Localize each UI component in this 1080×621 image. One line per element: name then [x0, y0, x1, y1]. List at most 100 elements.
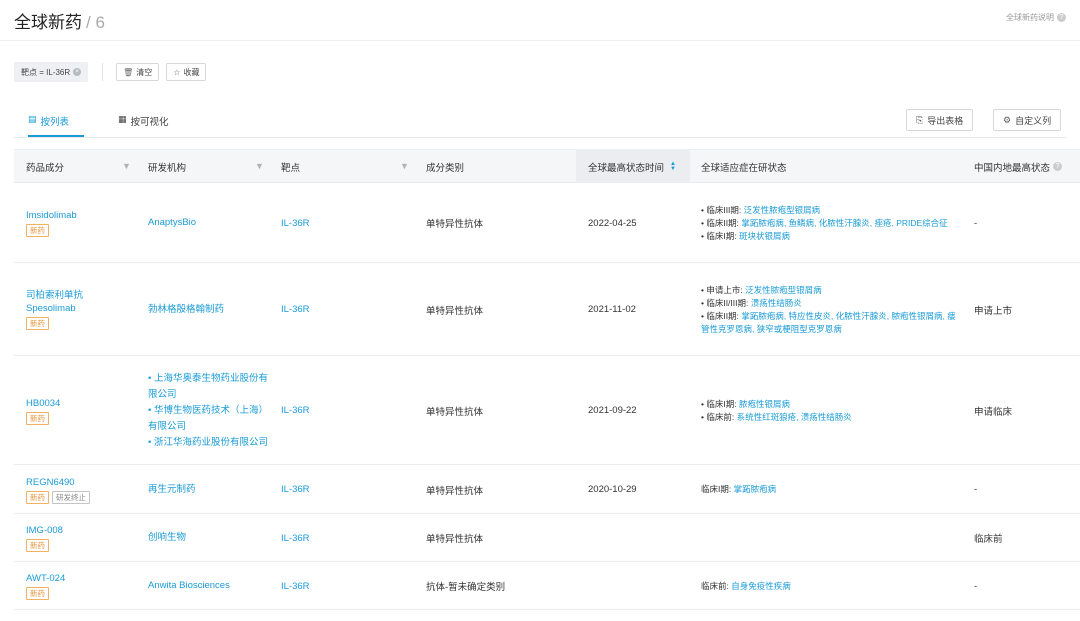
- filter-icon[interactable]: ▼: [400, 162, 409, 171]
- trash-icon: 🗑: [123, 67, 134, 77]
- china-status-text: -: [974, 484, 978, 495]
- target-link[interactable]: IL-36R: [281, 263, 310, 356]
- indication-link[interactable]: 泛发性脓疱型银屑病: [745, 285, 822, 295]
- indication-link[interactable]: 斑块状银屑病: [739, 231, 790, 241]
- close-icon[interactable]: ×: [73, 68, 82, 76]
- custom-columns-label: 自定义列: [1015, 115, 1052, 126]
- china-status-text: 申请上市: [974, 305, 1013, 317]
- indication-link[interactable]: 掌跖脓疱病, 特应性皮炎, 化脓性汗腺炎, 脓疱性银屑病, 瘘管性克罗恩病, 狭…: [701, 311, 956, 334]
- filter-chip-target[interactable]: 靶点 = IL-36R ×: [14, 62, 89, 82]
- indication-link[interactable]: 系统性红斑狼疮, 溃疡性结肠炎: [737, 412, 852, 422]
- col-header-china-status[interactable]: 中国内地最高状态 ?: [974, 150, 1063, 183]
- list-icon: ▤: [28, 114, 37, 124]
- table-row[interactable]: AWT-024 新药 Anwita Biosciences IL-36R 抗体-暂…: [14, 562, 1080, 610]
- indication-link[interactable]: 掌跖脓疱病, 鱼鳞病, 化脓性汗腺炎, 痤疮, PRIDE综合征: [741, 218, 947, 228]
- drug-cell: 司柏索利单抗 Spesolimab 新药: [26, 263, 136, 356]
- favorite-label: 收藏: [183, 67, 200, 77]
- org-link[interactable]: AnaptysBio: [148, 215, 196, 231]
- drug-name-link[interactable]: REGN6490: [26, 476, 75, 489]
- category-text: 单特异性抗体: [426, 219, 484, 230]
- target-link[interactable]: IL-36R: [281, 562, 310, 610]
- drug-name-link[interactable]: IMG-008: [26, 524, 63, 537]
- org-cell: 再生元制药: [148, 465, 268, 514]
- col-header-category[interactable]: 成分类别: [426, 150, 464, 183]
- org-link[interactable]: • 华博生物医药技术（上海）有限公司: [148, 403, 268, 435]
- indication-line: • 临床I期: 斑块状银屑病: [701, 230, 790, 243]
- org-link[interactable]: • 浙江华海药业股份有限公司: [148, 435, 268, 451]
- target-link[interactable]: IL-36R: [281, 514, 310, 562]
- indication-line: • 临床II/III期: 溃疡性结肠炎: [701, 297, 802, 310]
- favorite-button[interactable]: ☆ 收藏: [166, 63, 207, 81]
- category-text: 单特异性抗体: [426, 305, 484, 317]
- table-row[interactable]: REGN6490 新药 研发终止 再生元制药 IL-36R 单特异性抗体 2020-…: [14, 465, 1080, 514]
- indication-link[interactable]: 溃疡性结肠炎: [751, 298, 802, 308]
- filter-divider: [102, 63, 104, 81]
- china-status-text: -: [974, 217, 978, 229]
- help-link[interactable]: 全球新药说明 ?: [1006, 12, 1066, 23]
- org-link[interactable]: 创响生物: [148, 530, 186, 546]
- indications-cell: [701, 514, 959, 562]
- tab-visual-label: 按可视化: [130, 117, 169, 128]
- drug-cell: HB0034 新药: [26, 356, 136, 465]
- tab-list[interactable]: ▤ 按列表: [28, 106, 84, 137]
- drug-table: 药品成分 ▼ 研发机构 ▼ 靶点 ▼ 成分类别 全球最高状态时间 ▲ ▼ 全球适应…: [14, 149, 1080, 610]
- col-header-global-date[interactable]: 全球最高状态时间 ▲ ▼: [576, 150, 690, 183]
- table-row[interactable]: IMG-008 新药 创响生物 IL-36R 单特异性抗体 临床前: [14, 514, 1080, 562]
- indication-link[interactable]: 自身免疫性疾病: [731, 581, 791, 591]
- indications-cell: • 临床I期: 脓疱性银屑病 • 临床前: 系统性红斑狼疮, 溃疡性结肠炎: [701, 356, 959, 465]
- drug-cell: Imsidolimab 新药: [26, 183, 136, 263]
- drug-tags: 新药: [26, 317, 49, 330]
- page-header: 全球新药 / 6: [14, 8, 105, 33]
- category-text: 单特异性抗体: [426, 534, 484, 545]
- drug-name-link[interactable]: 司柏索利单抗: [26, 289, 83, 302]
- global-date-text: 2020-10-29: [588, 484, 637, 495]
- org-cell: AnaptysBio: [148, 183, 268, 263]
- indication-link[interactable]: 泛发性脓疱型银屑病: [744, 205, 821, 215]
- new-drug-badge: 新药: [26, 539, 49, 552]
- col-header-target[interactable]: 靶点: [281, 150, 300, 183]
- category-text: 单特异性抗体: [426, 485, 484, 497]
- filter-icon[interactable]: ▼: [122, 162, 131, 171]
- table-row[interactable]: Imsidolimab 新药 AnaptysBio IL-36R 单特异性抗体 2…: [14, 183, 1080, 263]
- filter-icon[interactable]: ▼: [255, 162, 264, 171]
- sort-icon[interactable]: ▲ ▼: [670, 161, 676, 172]
- drug-name-link[interactable]: HB0034: [26, 397, 60, 410]
- page-title: 全球新药: [14, 13, 82, 32]
- target-link[interactable]: IL-36R: [281, 183, 310, 263]
- indication-link[interactable]: 脓疱性银屑病: [739, 399, 790, 409]
- target-link[interactable]: IL-36R: [281, 356, 310, 465]
- phase-label: • 临床II/III期:: [701, 297, 749, 308]
- col-header-indications[interactable]: 全球适应症在研状态: [701, 150, 787, 183]
- phase-label: • 临床I期:: [701, 230, 737, 241]
- help-label: 全球新药说明: [1006, 13, 1054, 22]
- indications-cell: • 申请上市: 泛发性脓疱型银屑病 • 临床II/III期: 溃疡性结肠炎 • 临床…: [701, 263, 959, 356]
- export-icon: ⎘: [916, 114, 924, 125]
- org-link[interactable]: 再生元制药: [148, 482, 196, 498]
- indications-cell: 临床I期: 掌跖脓疱病: [701, 465, 959, 514]
- clear-button[interactable]: 🗑 清空: [116, 63, 160, 81]
- org-cell: Anwita Biosciences: [148, 562, 268, 610]
- target-link[interactable]: IL-36R: [281, 465, 310, 514]
- star-icon: ☆: [173, 67, 181, 77]
- indication-link[interactable]: 掌跖脓疱病: [734, 484, 777, 494]
- col-header-org[interactable]: 研发机构: [148, 150, 186, 183]
- org-cell: • 上海华奥泰生物药业股份有限公司 • 华博生物医药技术（上海）有限公司 • 浙江华…: [148, 356, 268, 465]
- export-table-button[interactable]: ⎘ 导出表格: [906, 109, 974, 131]
- org-link[interactable]: • 上海华奥泰生物药业股份有限公司: [148, 371, 268, 403]
- category-text: 抗体-暂未确定类别: [426, 582, 506, 593]
- indication-line: • 临床II期: 掌跖脓疱病, 鱼鳞病, 化脓性汗腺炎, 痤疮, PRIDE综合…: [701, 217, 948, 230]
- table-row[interactable]: HB0034 新药 • 上海华奥泰生物药业股份有限公司 • 华博生物医药技术（上海）…: [14, 356, 1080, 465]
- org-link[interactable]: Anwita Biosciences: [148, 578, 230, 594]
- table-row[interactable]: 司柏索利单抗 Spesolimab 新药 勃林格殷格翰制药 IL-36R 单特异性抗…: [14, 263, 1080, 356]
- drug-name-link[interactable]: Imsidolimab: [26, 209, 77, 222]
- drug-name-link[interactable]: AWT-024: [26, 572, 65, 585]
- drug-name-link[interactable]: Spesolimab: [26, 302, 76, 315]
- org-link[interactable]: 勃林格殷格翰制药: [148, 302, 224, 318]
- tab-visual[interactable]: ▦ 按可视化: [118, 106, 169, 137]
- col-header-drug[interactable]: 药品成分: [26, 150, 64, 183]
- drug-tags: 新药 研发终止: [26, 490, 90, 504]
- custom-columns-button[interactable]: ⚙ 自定义列: [993, 109, 1062, 131]
- china-status-text: -: [974, 580, 978, 592]
- question-icon[interactable]: ?: [1053, 162, 1063, 171]
- indications-cell: • 临床III期: 泛发性脓疱型银屑病 • 临床II期: 掌跖脓疱病, 鱼鳞病, …: [701, 183, 959, 263]
